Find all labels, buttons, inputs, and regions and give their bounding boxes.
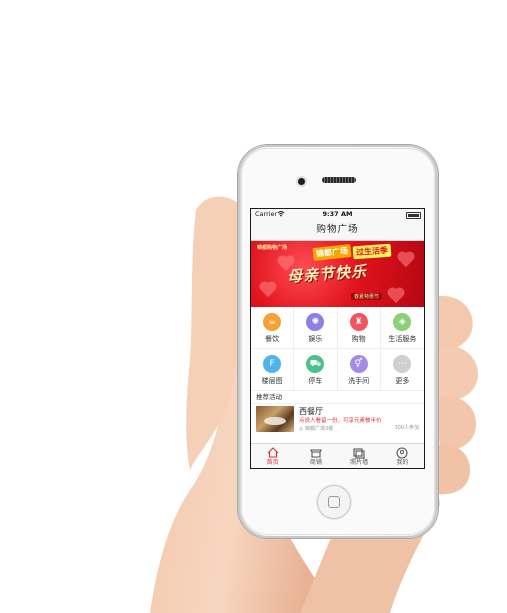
tab-label: 我的 xyxy=(396,459,409,466)
home-icon xyxy=(251,446,294,459)
category-floor-map[interactable]: F 楼层图 xyxy=(251,349,295,391)
list-item[interactable]: 西餐厅 点说人看留一份，可享元素餐半价 ◎ 锦都广场3楼 300人参加 xyxy=(251,404,424,434)
section-title: 推荐活动 xyxy=(251,391,424,404)
restroom-icon: ⚥ xyxy=(349,355,368,373)
tab-photo-wall[interactable]: 照片墙 xyxy=(338,444,381,468)
category-label: 楼层图 xyxy=(261,377,283,385)
tab-label: 首页 xyxy=(266,459,279,466)
banner-brand: 锦都购物广场 xyxy=(257,245,288,251)
category-label: 停车 xyxy=(308,377,323,385)
item-participants: 300人参加 xyxy=(394,425,419,431)
category-more[interactable]: ⋯ 更多 xyxy=(380,349,424,391)
category-restroom[interactable]: ⚥ 洗手间 xyxy=(337,349,381,391)
earpiece-speaker xyxy=(322,177,356,183)
category-coffee-cup[interactable]: ☕ 餐饮 xyxy=(251,307,295,349)
category-label: 更多 xyxy=(395,377,410,385)
shopping-bag-icon: ♜ xyxy=(349,313,368,331)
restaurant-thumbnail xyxy=(256,406,294,432)
battery-icon xyxy=(406,212,421,219)
tab-store[interactable]: 商铺 xyxy=(294,444,337,468)
car-icon: ⛟ xyxy=(306,355,325,373)
tab-user[interactable]: 我的 xyxy=(381,444,424,468)
clock: 9:37 AM xyxy=(322,210,353,218)
category-label: 购物 xyxy=(351,335,366,343)
store-icon xyxy=(294,446,337,459)
banner-headline: 母亲节快乐 xyxy=(286,262,368,286)
banner-tag-right: 过生活季 xyxy=(352,243,392,260)
category-film-reel[interactable]: ✺ 娱乐 xyxy=(294,307,338,349)
more-icon: ⋯ xyxy=(393,355,412,373)
banner-tag-left: 锦都广场 xyxy=(312,244,352,261)
tab-bar: 首页 商铺 照片墙 我的 xyxy=(251,443,424,468)
status-bar: Carrier 9:37 AM xyxy=(251,209,424,220)
tab-label: 照片墙 xyxy=(350,459,369,466)
floor-map-icon: F xyxy=(263,355,282,373)
page-title: 购物广场 xyxy=(251,220,424,241)
front-camera-icon xyxy=(298,178,305,185)
user-icon xyxy=(381,446,424,459)
tag-icon: ◈ xyxy=(393,313,412,331)
home-button[interactable] xyxy=(317,485,351,519)
photo-wall-icon xyxy=(338,446,381,459)
item-location-text: 锦都广场3楼 xyxy=(304,426,334,432)
category-grid: ☕ 餐饮 ✺ 娱乐 ♜ 购物 ◈ 生活服务 F 楼层图 ⛟ 停车 ⚥ 洗手间 ⋯ 更多 xyxy=(251,307,424,391)
category-car[interactable]: ⛟ 停车 xyxy=(294,349,338,391)
promo-banner[interactable]: 锦都购物广场 锦都广场 过生活季 母亲节快乐 春夏特惠节 xyxy=(251,241,424,307)
film-reel-icon: ✺ xyxy=(306,313,325,331)
category-tag[interactable]: ◈ 生活服务 xyxy=(380,307,424,349)
category-label: 洗手间 xyxy=(348,377,370,385)
category-shopping-bag[interactable]: ♜ 购物 xyxy=(337,307,381,349)
category-label: 餐饮 xyxy=(265,335,280,343)
category-label: 娱乐 xyxy=(308,335,323,343)
item-title: 西餐厅 xyxy=(299,407,323,416)
banner-subline: 春夏特惠节 xyxy=(351,293,383,300)
tab-home[interactable]: 首页 xyxy=(251,444,294,468)
tab-label: 商铺 xyxy=(309,459,322,466)
app-screen: Carrier 9:37 AM 购物广场 锦都购物广场 锦都广场 过生活季 母亲… xyxy=(251,209,424,468)
category-label: 生活服务 xyxy=(388,335,417,343)
coffee-cup-icon: ☕ xyxy=(263,313,282,331)
